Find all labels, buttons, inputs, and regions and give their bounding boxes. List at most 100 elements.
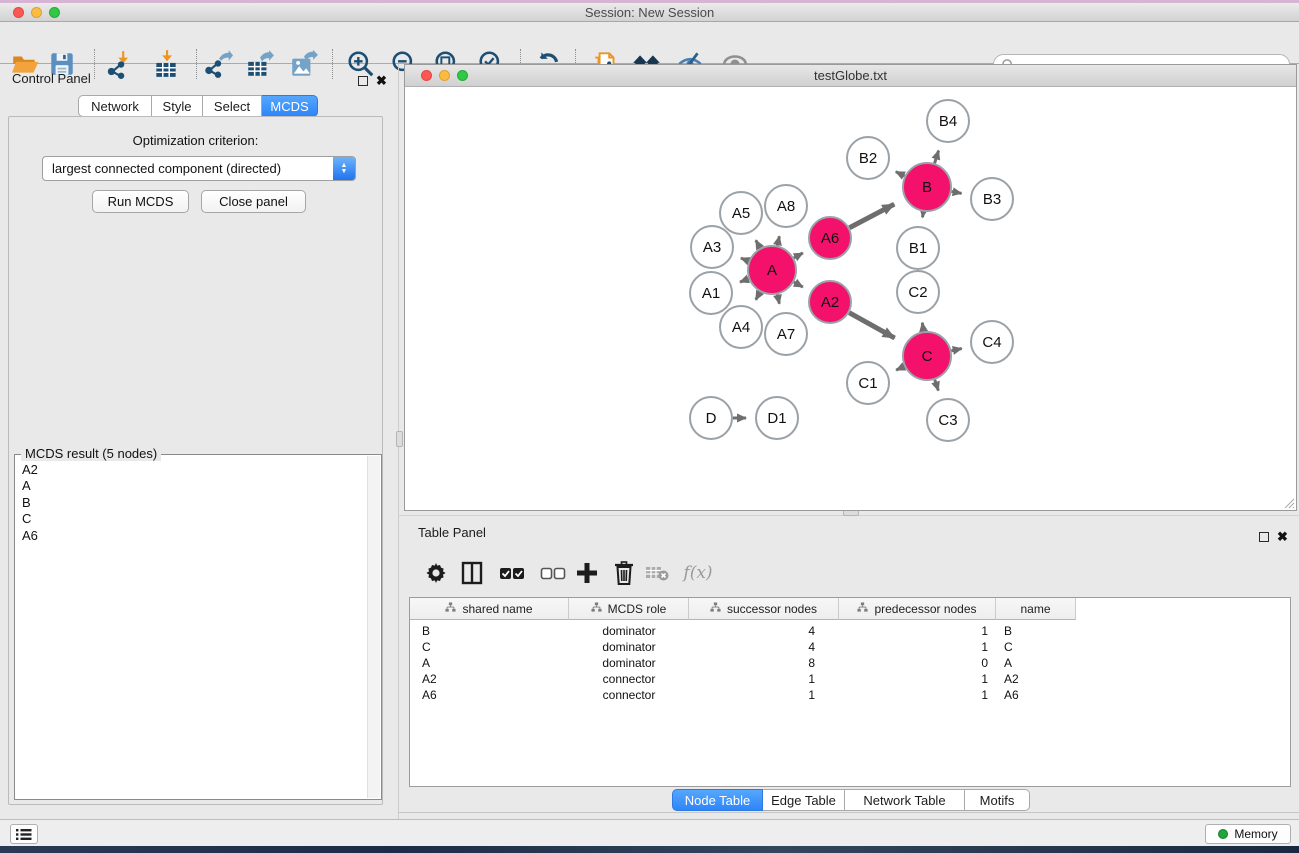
cell[interactable]: C xyxy=(410,639,569,655)
edge-B-B3[interactable] xyxy=(952,192,962,194)
edge-A-A7[interactable] xyxy=(777,294,779,303)
cell[interactable]: B xyxy=(996,623,1076,639)
node-A2[interactable]: A2 xyxy=(809,281,851,323)
node-D1[interactable]: D1 xyxy=(756,397,798,439)
node-A1[interactable]: A1 xyxy=(690,272,732,314)
edge-A-A2[interactable] xyxy=(794,282,803,287)
import-network-icon[interactable] xyxy=(104,48,136,80)
edge-A6-B[interactable] xyxy=(849,204,894,228)
column-header-name[interactable]: name xyxy=(996,598,1076,620)
vertical-splitter-grip[interactable] xyxy=(396,431,403,447)
cell[interactable]: 4 xyxy=(689,639,839,655)
tab-network[interactable]: Network xyxy=(78,95,152,117)
column-header-MCDS-role[interactable]: MCDS role xyxy=(569,598,689,620)
export-image-icon[interactable] xyxy=(288,48,320,80)
cell[interactable]: dominator xyxy=(569,623,689,639)
column-header-predecessor-nodes[interactable]: predecessor nodes xyxy=(839,598,996,620)
select-all-icon[interactable] xyxy=(497,558,527,588)
node-A6[interactable]: A6 xyxy=(809,217,851,259)
edge-C-C1[interactable] xyxy=(896,366,904,370)
column-selector-icon[interactable] xyxy=(457,558,487,588)
mcds-result-item[interactable]: A xyxy=(22,478,38,494)
edge-A-A8[interactable] xyxy=(777,236,779,245)
mcds-result-item[interactable]: B xyxy=(22,495,38,511)
node-C2[interactable]: C2 xyxy=(897,271,939,313)
edge-A-A4[interactable] xyxy=(756,292,760,300)
cell[interactable]: 1 xyxy=(689,671,839,687)
cell[interactable]: A2 xyxy=(410,671,569,687)
network-window-titlebar[interactable]: testGlobe.txt xyxy=(405,65,1296,87)
node-A[interactable]: A xyxy=(748,246,796,294)
edge-A-A3[interactable] xyxy=(741,258,749,261)
network-resize-grip[interactable] xyxy=(1282,496,1295,509)
network-canvas-svg[interactable]: A A1A3 A4 A5 A7 A8A6 A2 B B1 B2 B3B4 C C1 C2 C3C4 D D1 xyxy=(405,87,1296,510)
criterion-dropdown[interactable]: largest connected component (directed) ▲… xyxy=(42,156,356,181)
tab-motifs[interactable]: Motifs xyxy=(965,789,1030,811)
cell[interactable]: 8 xyxy=(689,655,839,671)
edge-C-C3[interactable] xyxy=(935,380,939,391)
cell[interactable]: 1 xyxy=(689,687,839,703)
node-B1[interactable]: B1 xyxy=(897,227,939,269)
node-C4[interactable]: C4 xyxy=(971,321,1013,363)
tab-select[interactable]: Select xyxy=(203,95,262,117)
edge-C-C2[interactable] xyxy=(922,323,923,332)
node-B[interactable]: B xyxy=(903,163,951,211)
table-row-C[interactable]: Cdominator41C xyxy=(410,639,1076,655)
node-A3[interactable]: A3 xyxy=(691,226,733,268)
cell[interactable]: 1 xyxy=(839,687,996,703)
tab-style[interactable]: Style xyxy=(152,95,203,117)
cell[interactable]: 4 xyxy=(689,623,839,639)
cell[interactable]: A xyxy=(996,655,1076,671)
cell[interactable]: 0 xyxy=(839,655,996,671)
node-A5[interactable]: A5 xyxy=(720,192,762,234)
mcds-result-item[interactable]: C xyxy=(22,511,38,527)
edge-A-A1[interactable] xyxy=(740,279,749,282)
cell[interactable]: 1 xyxy=(839,639,996,655)
cell[interactable]: 1 xyxy=(839,623,996,639)
cell[interactable]: dominator xyxy=(569,639,689,655)
mcds-result-item[interactable]: A6 xyxy=(22,528,38,544)
node-C1[interactable]: C1 xyxy=(847,362,889,404)
column-header-shared-name[interactable]: shared name xyxy=(410,598,569,620)
edge-A2-C[interactable] xyxy=(849,313,894,338)
node-A7[interactable]: A7 xyxy=(765,313,807,355)
cell[interactable]: C xyxy=(996,639,1076,655)
table-row-A6[interactable]: A6connector11A6 xyxy=(410,687,1076,703)
column-header-successor-nodes[interactable]: successor nodes xyxy=(689,598,839,620)
cell[interactable]: A2 xyxy=(996,671,1076,687)
node-C[interactable]: C xyxy=(903,332,951,380)
export-table-icon[interactable] xyxy=(244,48,276,80)
node-C3[interactable]: C3 xyxy=(927,399,969,441)
node-B3[interactable]: B3 xyxy=(971,178,1013,220)
import-table-icon[interactable] xyxy=(150,48,182,80)
export-network-icon[interactable] xyxy=(202,48,234,80)
task-history-button[interactable] xyxy=(10,824,38,844)
node-A8[interactable]: A8 xyxy=(765,185,807,227)
node-B2[interactable]: B2 xyxy=(847,137,889,179)
table-row-A2[interactable]: A2connector11A2 xyxy=(410,671,1076,687)
node-table[interactable]: shared nameMCDS rolesuccessor nodesprede… xyxy=(409,597,1291,787)
mcds-result-scrollbar[interactable] xyxy=(367,456,380,798)
close-panel-button[interactable]: Close panel xyxy=(201,190,306,213)
memory-button[interactable]: Memory xyxy=(1205,824,1291,844)
control-panel-close-icon[interactable]: ✖ xyxy=(376,72,387,90)
cell[interactable]: B xyxy=(410,623,569,639)
cell[interactable]: A xyxy=(410,655,569,671)
node-D[interactable]: D xyxy=(690,397,732,439)
cell[interactable]: 1 xyxy=(839,671,996,687)
table-panel-close-icon[interactable]: ✖ xyxy=(1277,528,1288,546)
edge-A-A5[interactable] xyxy=(756,240,760,248)
edge-C-C4[interactable] xyxy=(951,349,961,351)
deselect-all-icon[interactable] xyxy=(538,558,568,588)
function-builder-icon[interactable]: f(x) xyxy=(678,558,718,588)
edge-B-B4[interactable] xyxy=(935,151,939,164)
tab-node-table[interactable]: Node Table xyxy=(672,789,763,811)
node-A4[interactable]: A4 xyxy=(720,306,762,348)
table-panel-float-icon[interactable] xyxy=(1259,529,1269,547)
add-column-icon[interactable] xyxy=(572,558,602,588)
node-B4[interactable]: B4 xyxy=(927,100,969,142)
control-panel-float-icon[interactable] xyxy=(358,73,368,91)
table-row-A[interactable]: Adominator80A xyxy=(410,655,1076,671)
delete-table-icon[interactable] xyxy=(642,558,672,588)
cell[interactable]: connector xyxy=(569,671,689,687)
